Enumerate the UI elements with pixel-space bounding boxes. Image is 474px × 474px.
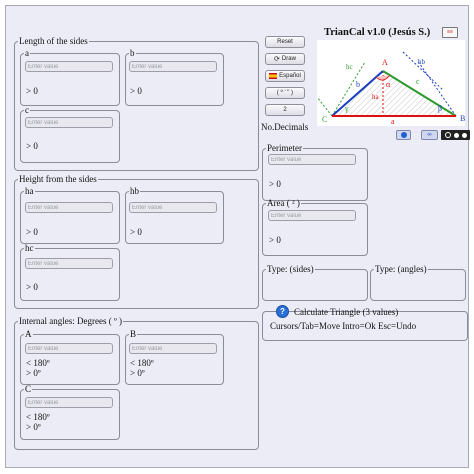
help-icon[interactable] (396, 130, 411, 140)
triangle-diagram (317, 40, 465, 126)
angle-A-note-min: > 0º (26, 368, 41, 378)
height-hc-marker: hc (346, 63, 353, 71)
calculate-help-icon[interactable]: ? (276, 305, 289, 318)
type-sides-legend: Type: (sides) (267, 264, 314, 274)
decimals-label: No.Decimals (261, 122, 309, 132)
cc-license-icon[interactable] (441, 130, 470, 140)
side-b-input[interactable] (129, 61, 217, 72)
angle-alpha-marker: α (386, 80, 391, 89)
type-angles-box: Type: (angles) (370, 264, 466, 301)
angle-C-note-max: < 180º (26, 412, 50, 422)
perimeter-input[interactable] (268, 154, 356, 165)
area-box: Area ( ² ) (262, 198, 368, 256)
draw-icon: ⟳ (274, 56, 280, 63)
angle-units-button[interactable]: ( º ' " ) (265, 87, 305, 99)
angle-A-note-max: < 180º (26, 358, 50, 368)
perimeter-note: > 0 (269, 179, 281, 189)
side-a-marker: a (391, 117, 395, 126)
reset-button[interactable]: Reset (265, 36, 305, 48)
angle-units-label: ( º ' " ) (276, 90, 294, 96)
side-b-note: > 0 (130, 86, 142, 96)
height-hb-label: hb (130, 186, 139, 196)
area-note: > 0 (269, 235, 281, 245)
side-c-box: c (20, 105, 120, 163)
side-a-box: a (20, 48, 120, 106)
angle-A-input[interactable] (25, 343, 113, 354)
calculate-shortcuts: Cursors/Tab=Move Intro=Ok Esc=Undo (270, 321, 417, 331)
reset-button-label: Reset (277, 39, 293, 45)
draw-button-label: Draw (281, 56, 296, 62)
area-legend: Area ( ² ) (267, 198, 300, 208)
language-button-label: Español (279, 73, 301, 79)
height-hc-input[interactable] (25, 258, 113, 269)
height-hb-marker: hb (418, 58, 425, 66)
type-sides-box: Type: (sides) (262, 264, 368, 301)
height-hc-box: hc (20, 243, 120, 301)
side-c-marker: c (416, 77, 420, 86)
app-title: TrianCal v1.0 (Jesús S.) (324, 27, 431, 38)
draw-button[interactable]: ⟳ Draw (265, 53, 305, 65)
height-ha-note: > 0 (26, 227, 38, 237)
angle-C-note-min: > 0º (26, 422, 41, 432)
height-ha-input[interactable] (25, 202, 113, 213)
angle-B-label: B (130, 329, 137, 339)
sides-legend: Length of the sides (19, 36, 88, 46)
side-b-marker: b (356, 80, 360, 89)
triancal-window: Length of the sides a > 0 b > 0 c > 0 He… (5, 5, 470, 468)
height-hc-label: hc (25, 243, 34, 253)
calculator-icon[interactable]: ≡≡ (442, 27, 458, 38)
angle-C-label: C (25, 384, 32, 394)
side-b-box: b (125, 48, 224, 106)
side-b-label: b (130, 48, 135, 58)
area-input[interactable] (268, 210, 356, 221)
heights-legend: Height from the sides (19, 174, 97, 184)
side-a-label: a (25, 48, 29, 58)
angle-beta-marker: β (438, 104, 443, 113)
perimeter-box: Perimeter (262, 143, 368, 201)
angle-B-note-max: < 180º (130, 358, 154, 368)
side-c-label: c (25, 105, 29, 115)
angle-C-input[interactable] (25, 397, 113, 408)
type-angles-legend: Type: (angles) (375, 264, 427, 274)
calculate-title: Calculate Triangle (3 values) (294, 307, 399, 317)
angle-A-label: A (25, 329, 32, 339)
vertex-C: C (322, 115, 328, 124)
side-c-note: > 0 (26, 141, 38, 151)
decimals-value: 2 (283, 107, 287, 113)
spain-flag-icon (269, 73, 278, 79)
height-hb-input[interactable] (129, 202, 217, 213)
height-hc-note: > 0 (26, 282, 38, 292)
perimeter-legend: Perimeter (267, 143, 302, 153)
angles-legend: Internal angles: Degrees ( º ) (19, 316, 122, 326)
angle-gamma-marker: γ (345, 104, 349, 113)
height-ha-marker: ha (372, 93, 379, 101)
decimals-button[interactable]: 2 (265, 104, 305, 116)
side-a-input[interactable] (25, 61, 113, 72)
vertex-B: B (460, 114, 466, 123)
side-c-input[interactable] (25, 117, 113, 128)
height-ha-label: ha (25, 186, 34, 196)
angle-B-input[interactable] (129, 343, 217, 354)
angle-B-note-min: > 0º (130, 368, 145, 378)
height-hb-note: > 0 (130, 227, 142, 237)
vertex-A: A (382, 58, 388, 67)
language-button[interactable]: Español (265, 70, 305, 82)
side-a-note: > 0 (26, 86, 38, 96)
link-icon[interactable]: ∞ (421, 130, 438, 140)
